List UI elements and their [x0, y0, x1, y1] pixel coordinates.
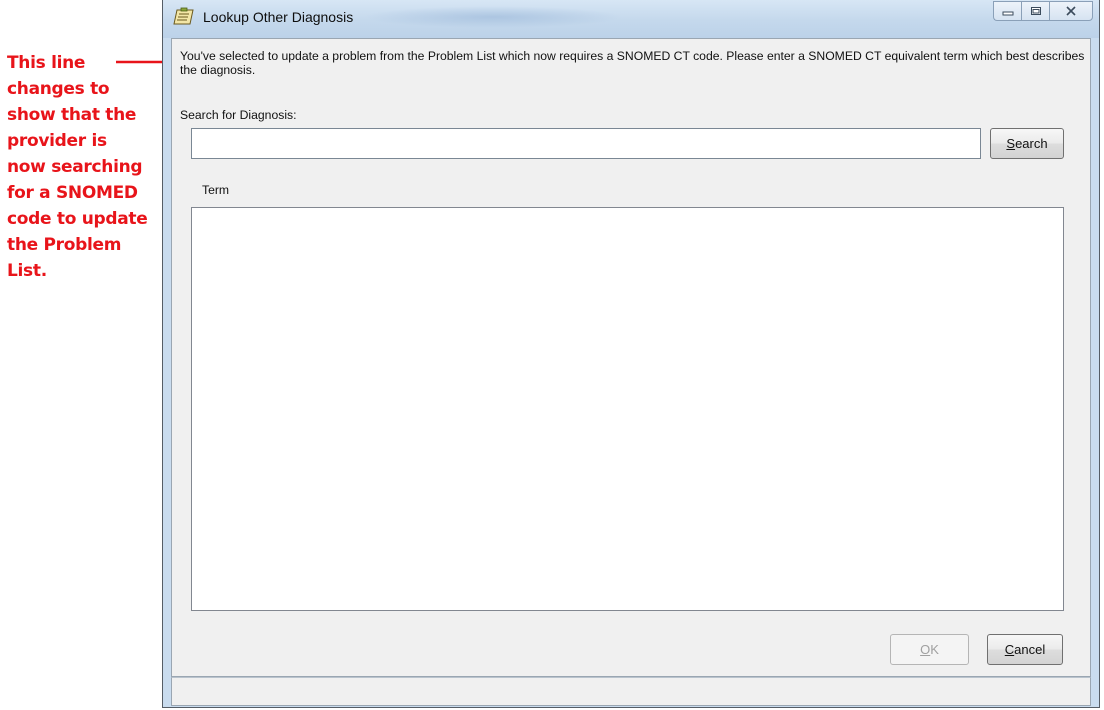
- annotation-callout: This line changes to show that the provi…: [7, 53, 148, 281]
- search-label: Search for Diagnosis:: [180, 108, 297, 122]
- search-input[interactable]: [191, 128, 981, 159]
- lookup-dialog-window: Lookup Other Diagnosis You've selected t…: [162, 0, 1100, 708]
- ok-button[interactable]: OK: [890, 634, 969, 665]
- title-bar[interactable]: Lookup Other Diagnosis: [163, 0, 1099, 38]
- window-controls: [993, 1, 1093, 21]
- info-message: You've selected to update a problem from…: [180, 49, 1085, 77]
- term-results-list[interactable]: [191, 207, 1064, 611]
- maximize-icon: [1030, 7, 1041, 15]
- close-icon: [1066, 6, 1076, 16]
- dialog-client-area: You've selected to update a problem from…: [171, 38, 1091, 677]
- notepad-icon: [173, 7, 194, 25]
- search-button[interactable]: Search: [990, 128, 1064, 159]
- close-button[interactable]: [1049, 1, 1093, 21]
- minimize-button[interactable]: [993, 1, 1021, 21]
- minimize-icon: [1002, 11, 1013, 16]
- screenshot-stage: This line changes to show that the provi…: [0, 0, 1104, 710]
- cancel-button[interactable]: Cancel: [987, 634, 1063, 665]
- status-bar: [171, 677, 1091, 706]
- term-column-header[interactable]: Term: [202, 183, 229, 197]
- window-title: Lookup Other Diagnosis: [203, 9, 354, 25]
- maximize-button[interactable]: [1021, 1, 1049, 21]
